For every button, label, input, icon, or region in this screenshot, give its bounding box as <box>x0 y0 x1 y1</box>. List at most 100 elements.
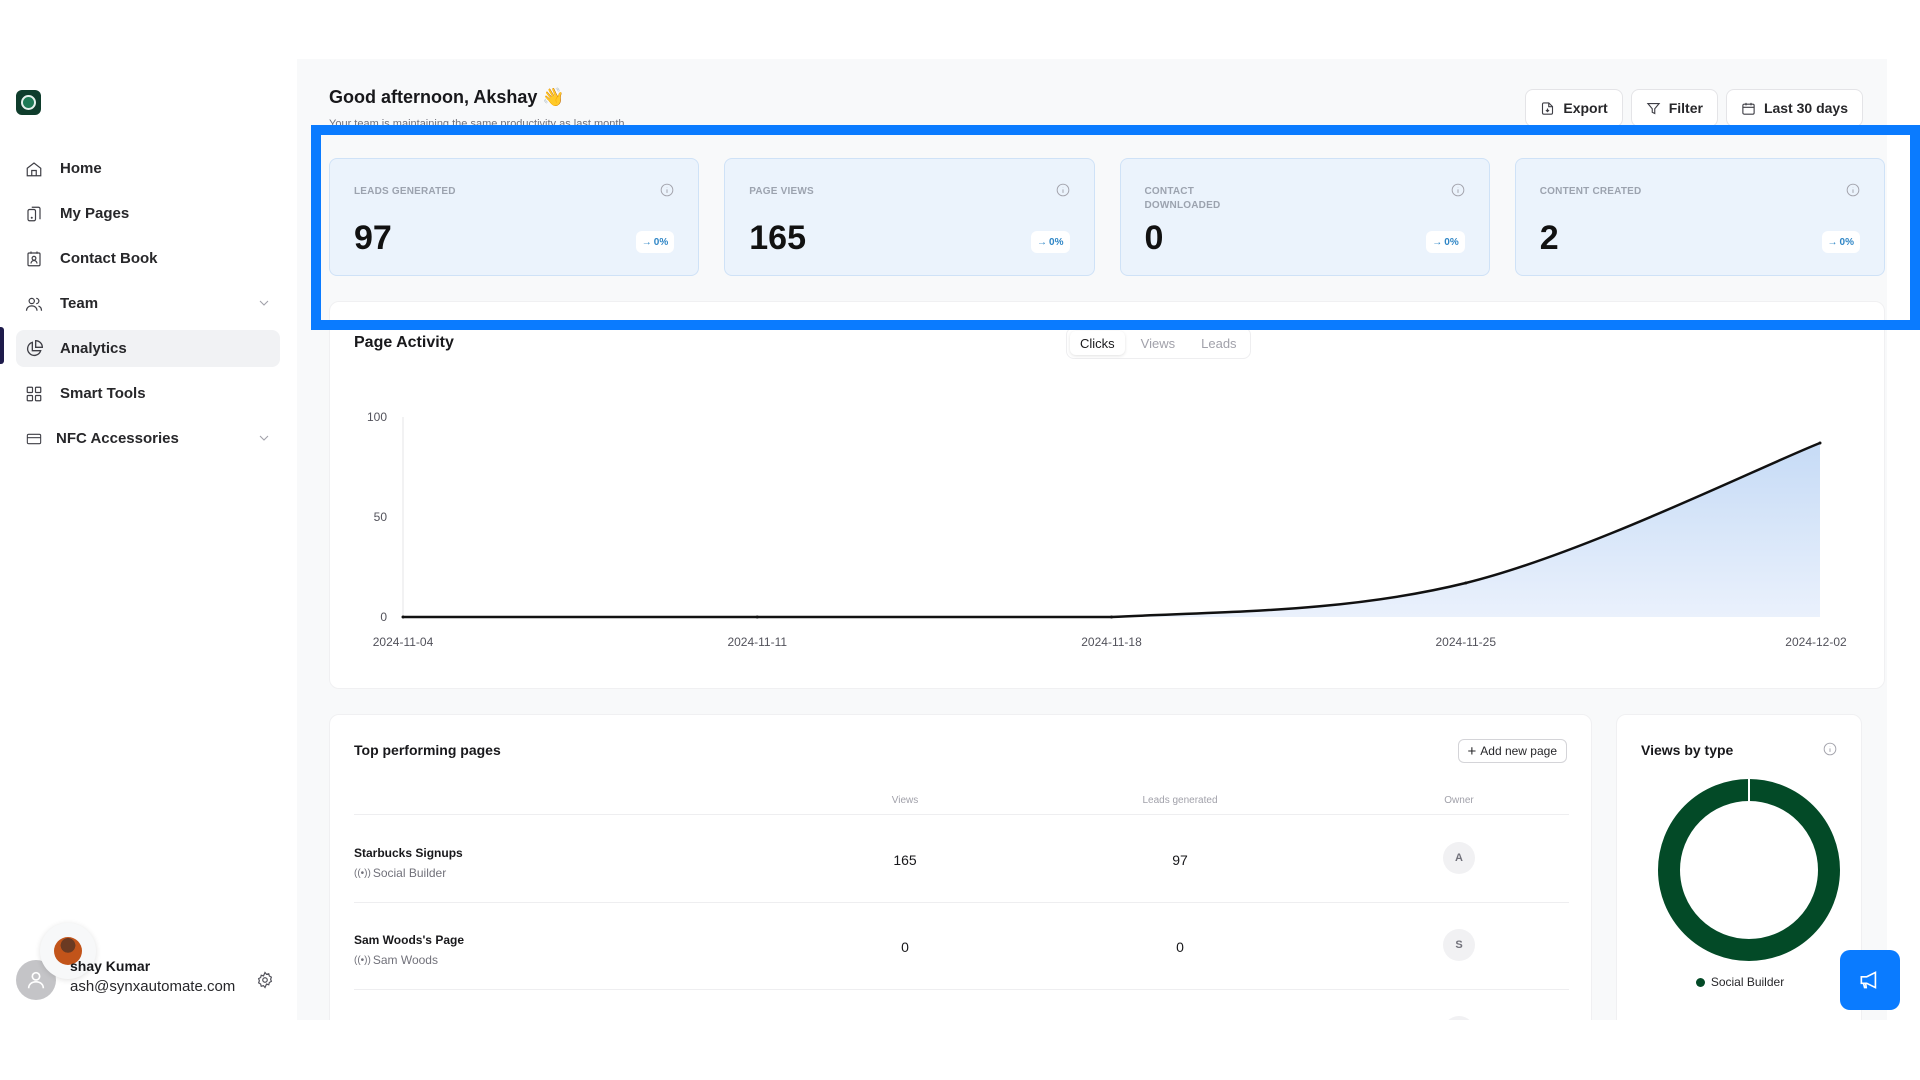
tab-clicks[interactable]: Clicks <box>1070 331 1125 355</box>
tab-leads[interactable]: Leads <box>1191 331 1246 355</box>
column-header-views[interactable]: Views <box>845 795 965 806</box>
tab-views[interactable]: Views <box>1131 331 1185 355</box>
data-point[interactable] <box>755 615 759 619</box>
info-icon[interactable] <box>1056 183 1070 197</box>
stat-delta-badge: → 0% <box>635 231 675 253</box>
sidebar-item-analytics[interactable]: Analytics <box>16 330 280 367</box>
info-icon[interactable] <box>1823 742 1837 756</box>
filter-button[interactable]: Filter <box>1630 89 1718 127</box>
stats-row: LEADS GENERATED 97 → 0% PAGE VIEWS 165 → 0… <box>329 158 1885 276</box>
data-point[interactable] <box>1818 441 1822 445</box>
sidebar-item-label: Smart Tools <box>60 385 146 402</box>
y-tick-label: 0 <box>380 610 387 624</box>
chevron-down-icon[interactable] <box>256 295 272 311</box>
gear-icon[interactable] <box>256 971 274 989</box>
owner-avatar: J <box>1443 1016 1475 1020</box>
add-new-page-button[interactable]: + Add new page <box>1457 739 1567 763</box>
sidebar-item-nfc-accessories[interactable]: NFC Accessories <box>16 420 280 457</box>
sidebar-item-label: Contact Book <box>60 250 158 267</box>
info-icon[interactable] <box>660 183 674 197</box>
sidebar-item-contact-book[interactable]: Contact Book <box>16 240 280 277</box>
stat-delta-value: 0% <box>653 236 669 248</box>
column-header-leads[interactable]: Leads generated <box>1120 795 1240 806</box>
stat-delta-value: 0% <box>1049 236 1064 248</box>
chevron-down-icon[interactable] <box>256 430 272 446</box>
stat-value: 165 <box>749 219 806 257</box>
data-point[interactable] <box>401 615 405 619</box>
top-pages-card: Top performing pages + Add new page View… <box>329 714 1592 1020</box>
add-new-page-label: Add new page <box>1480 744 1557 758</box>
filter-label: Filter <box>1668 100 1703 116</box>
page-subtitle: Your team is maintaining the same produc… <box>329 118 625 130</box>
data-point[interactable] <box>1110 615 1113 619</box>
arrow-right-icon: → <box>1432 236 1443 248</box>
views-donut-chart <box>1658 779 1840 961</box>
leads-cell: 97 <box>1172 852 1188 868</box>
starbucks-logo-icon[interactable] <box>16 90 41 115</box>
home-icon <box>24 159 44 179</box>
export-button[interactable]: Export <box>1525 89 1623 127</box>
sidebar-item-team[interactable]: Team <box>16 285 280 322</box>
calendar-icon <box>1742 102 1755 115</box>
arrow-right-icon: → <box>1827 236 1838 248</box>
donut-legend: Social Builder <box>1617 975 1863 989</box>
data-point[interactable] <box>1464 581 1468 585</box>
sidebar-item-label: Analytics <box>60 340 127 357</box>
megaphone-icon <box>1860 971 1877 989</box>
views-cell: 0 <box>901 939 909 955</box>
page-name[interactable]: Sam Woods's Page <box>354 933 464 947</box>
team-icon <box>24 294 44 314</box>
column-header-owner[interactable]: Owner <box>1399 795 1519 806</box>
donut-slice[interactable] <box>1658 779 1840 961</box>
table-row[interactable]: Starbucks Signups ((•)) Social Builder 16… <box>354 816 1569 903</box>
x-tick-label: 2024-11-25 <box>1436 635 1497 649</box>
filter-icon <box>1646 102 1661 114</box>
user-email: ash@synxautomate.com <box>70 978 236 995</box>
legend-label: Social Builder <box>1710 975 1785 989</box>
broadcast-icon: ((•)) <box>354 867 371 879</box>
sidebar-item-my-pages[interactable]: My Pages <box>16 195 280 232</box>
stat-card-leads-generated: LEADS GENERATED 97 → 0% <box>329 158 700 276</box>
main-content: Good afternoon, Akshay 👋 Your team is ma… <box>297 59 1887 1020</box>
page-title: Good afternoon, Akshay 👋 <box>329 87 565 107</box>
active-indicator <box>0 327 4 364</box>
stat-value: 2 <box>1539 219 1559 257</box>
broadcast-icon: ((•)) <box>354 954 371 966</box>
views-cell: 165 <box>893 852 917 868</box>
x-tick-label: 2024-11-18 <box>1081 635 1142 649</box>
user-profile[interactable]: shay Kumar ash@synxautomate.com <box>16 923 286 1001</box>
sidebar-item-label: My Pages <box>60 205 130 222</box>
stat-label: CONTENT CREATED <box>1539 186 1642 197</box>
page-activity-chart: 0 50 100 2024-11-04 2024-11-11 2024-11-18 2024… <box>367 410 1847 649</box>
pages-icon <box>24 204 44 224</box>
info-icon[interactable] <box>1451 183 1465 197</box>
sidebar-item-label: Team <box>60 295 99 312</box>
grid-icon <box>24 384 44 404</box>
stat-card-content-created: CONTENT CREATED 2 → 0% <box>1514 158 1885 276</box>
page-activity-card: 0 50 100 2024-11-04 2024-11-11 2024-11-18 2024… <box>329 301 1885 689</box>
pie-chart-icon <box>24 339 44 359</box>
table-header: Views Leads generated Owner <box>354 795 1569 815</box>
page-type: ((•)) Sam Woods <box>354 953 438 967</box>
owner-avatar: A <box>1443 842 1475 874</box>
top-pages-title: Top performing pages <box>354 742 501 758</box>
header-actions: Export Filter Last 30 days <box>1525 89 1863 127</box>
chart-title: Page Activity <box>354 334 454 351</box>
date-range-button[interactable]: Last 30 days <box>1725 89 1863 127</box>
info-icon[interactable] <box>1846 183 1860 197</box>
page-type-label: Sam Woods <box>372 953 438 967</box>
stat-delta-value: 0% <box>1444 236 1459 248</box>
table-row[interactable]: Jack Greenwood's Page J <box>354 990 1569 1020</box>
sidebar-nav: Home My Pages Contact Book Team Analytic… <box>16 150 280 465</box>
stat-delta-value: 0% <box>1839 236 1854 248</box>
sidebar: Home My Pages Contact Book Team Analytic… <box>0 59 297 1020</box>
page-name[interactable]: Starbucks Signups <box>354 846 463 860</box>
sidebar-item-smart-tools[interactable]: Smart Tools <box>16 375 280 412</box>
card-icon <box>24 429 44 449</box>
announcements-button[interactable] <box>1840 950 1900 1010</box>
stat-delta-badge: → 0% <box>1031 231 1070 253</box>
table-row[interactable]: Sam Woods's Page ((•)) Sam Woods 0 0 S <box>354 903 1569 990</box>
stat-delta-badge: → 0% <box>1821 231 1860 253</box>
area-fill <box>403 443 1820 617</box>
sidebar-item-home[interactable]: Home <box>16 150 280 187</box>
